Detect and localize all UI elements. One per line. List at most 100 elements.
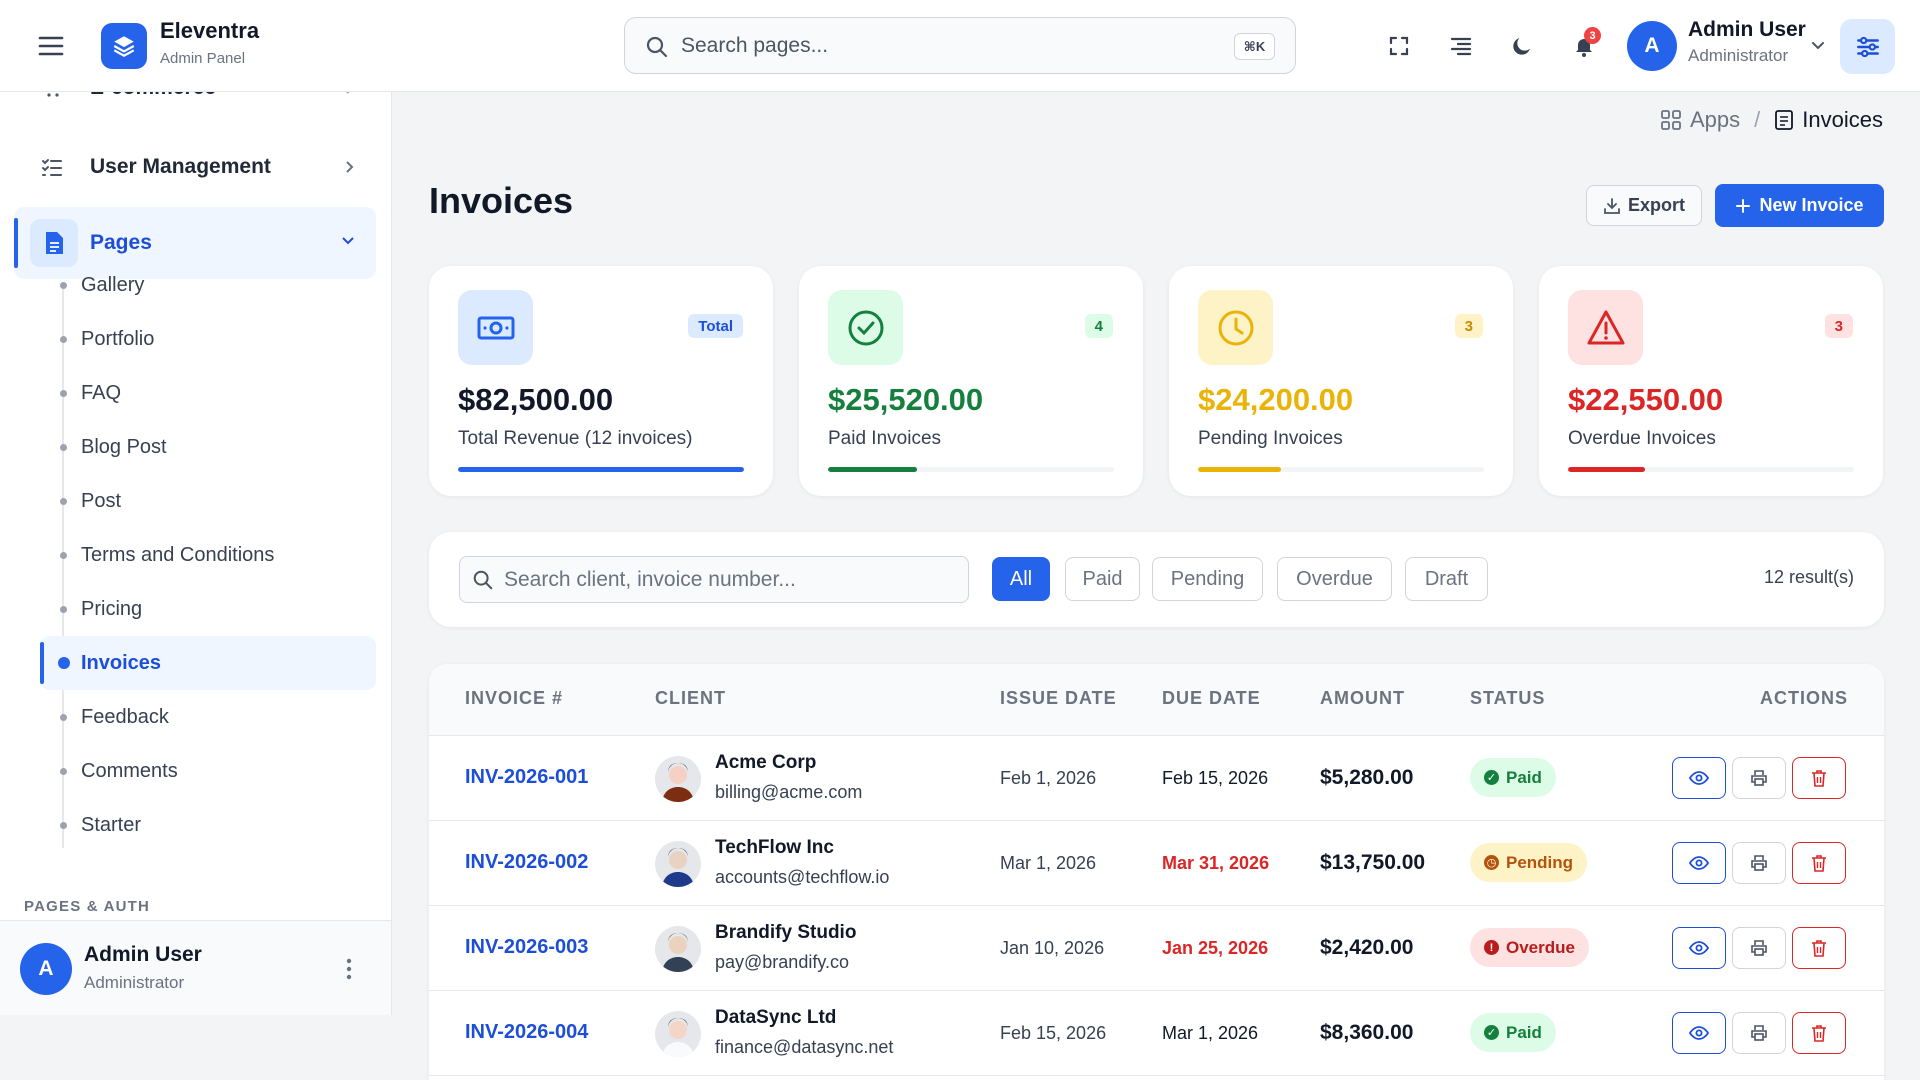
column-header-issue-date[interactable]: ISSUE DATE xyxy=(1000,688,1117,709)
status-label: Pending xyxy=(1506,852,1574,872)
due-date: Feb 15, 2026 xyxy=(1162,768,1269,788)
status-badge: ✓ Paid xyxy=(1470,758,1556,797)
invoice-number-link[interactable]: INV-2026-004 xyxy=(465,1021,588,1044)
menu-toggle-icon[interactable] xyxy=(36,32,66,60)
delete-button[interactable] xyxy=(1792,757,1846,799)
view-button[interactable] xyxy=(1672,1012,1726,1054)
bullet-dot-icon xyxy=(60,714,67,721)
print-button[interactable] xyxy=(1732,842,1786,884)
bullet-dot-icon xyxy=(60,498,67,505)
stat-progress-track xyxy=(828,467,1114,472)
delete-button[interactable] xyxy=(1792,842,1846,884)
sidebar-item-ecommerce[interactable]: E-commerce xyxy=(14,92,376,124)
export-label: Export xyxy=(1627,195,1685,215)
table-row[interactable]: INV-2026-002 TechFlow Inc accounts@techflo… xyxy=(429,821,1884,906)
bullet-dot-icon xyxy=(60,444,67,451)
table-row[interactable]: INV-2026-003 Brandify Studio pay@brandify.… xyxy=(429,906,1884,991)
bullet-dot-icon xyxy=(60,552,67,559)
issue-date: Feb 1, 2026 xyxy=(1000,768,1097,788)
stat-badge: 3 xyxy=(1454,314,1483,338)
dark-mode-icon[interactable] xyxy=(1507,31,1537,61)
client-email: finance@datasync.net xyxy=(715,1037,894,1057)
align-right-icon[interactable] xyxy=(1446,31,1476,61)
print-button[interactable] xyxy=(1732,1012,1786,1054)
chevron-right-icon xyxy=(344,159,356,175)
invoice-filter-bar: Search client, invoice number... All Pai… xyxy=(429,532,1884,627)
print-button[interactable] xyxy=(1732,927,1786,969)
stat-progress-track xyxy=(1198,467,1484,472)
invoice-number-link[interactable]: INV-2026-002 xyxy=(465,851,588,874)
client-avatar xyxy=(655,1011,701,1057)
column-header-invoice[interactable]: INVOICE # xyxy=(465,688,563,709)
column-header-due-date[interactable]: DUE DATE xyxy=(1162,688,1261,709)
filter-chip-pending[interactable]: Pending xyxy=(1152,557,1263,601)
client-email: accounts@techflow.io xyxy=(715,867,890,887)
issue-date: Feb 15, 2026 xyxy=(1000,1023,1107,1043)
sidebar-subitem-post[interactable]: Post xyxy=(40,474,376,528)
sidebar-item-user-management[interactable]: User Management xyxy=(14,131,376,203)
delete-button[interactable] xyxy=(1792,927,1846,969)
client-email: pay@brandify.co xyxy=(715,952,850,972)
search-placeholder: Search pages... xyxy=(681,34,829,57)
sidebar-subitem-label: Terms and Conditions xyxy=(81,543,275,566)
cash-icon xyxy=(458,290,533,365)
avatar[interactable]: A xyxy=(1627,21,1677,71)
view-button[interactable] xyxy=(1672,757,1726,799)
sidebar-subitem-label: Invoices xyxy=(81,651,162,674)
filter-chip-draft[interactable]: Draft xyxy=(1405,557,1488,601)
filter-chip-overdue[interactable]: Overdue xyxy=(1277,557,1392,601)
printer-icon xyxy=(1751,770,1767,786)
sidebar-user-name: Admin User xyxy=(84,943,202,966)
delete-button[interactable] xyxy=(1792,1012,1846,1054)
sidebar-item-label: Pages xyxy=(90,231,152,254)
invoice-search-input[interactable]: Search client, invoice number... xyxy=(459,556,969,603)
column-header-status[interactable]: STATUS xyxy=(1470,688,1545,709)
due-date: Mar 31, 2026 xyxy=(1162,853,1270,873)
filter-chip-all[interactable]: All xyxy=(992,557,1050,601)
sidebar-subitem-faq[interactable]: FAQ xyxy=(40,366,376,420)
export-button[interactable]: Export xyxy=(1586,185,1702,226)
invoice-number-link[interactable]: INV-2026-003 xyxy=(465,936,588,959)
sidebar-subitem-portfolio[interactable]: Portfolio xyxy=(40,312,376,366)
sidebar-subitem-label: Starter xyxy=(81,813,142,836)
view-button[interactable] xyxy=(1672,842,1726,884)
avatar[interactable]: A xyxy=(20,943,72,995)
trash-icon xyxy=(1812,1025,1826,1042)
invoice-number-link[interactable]: INV-2026-001 xyxy=(465,766,588,789)
sidebar-subitem-terms-and-conditions[interactable]: Terms and Conditions xyxy=(40,528,376,582)
bullet-dot-icon xyxy=(58,657,70,669)
warning-triangle-icon xyxy=(1568,290,1643,365)
invoice-table: INVOICE # CLIENT ISSUE DATE DUE DATE AMO… xyxy=(429,664,1884,1080)
stat-progress-fill xyxy=(828,467,917,472)
client-avatar xyxy=(655,926,701,972)
new-invoice-button[interactable]: New Invoice xyxy=(1715,184,1884,227)
view-button[interactable] xyxy=(1672,927,1726,969)
issue-date: Mar 1, 2026 xyxy=(1000,853,1097,873)
fullscreen-icon[interactable] xyxy=(1384,31,1414,61)
status-badge: ! Overdue xyxy=(1470,928,1589,967)
breadcrumb-parent[interactable]: Apps xyxy=(1690,107,1740,133)
sidebar-subitem-label: FAQ xyxy=(81,381,122,404)
sidebar-subitem-starter[interactable]: Starter xyxy=(40,798,376,852)
invoice-amount: $8,360.00 xyxy=(1320,1021,1414,1044)
header-user-name[interactable]: Admin User xyxy=(1688,18,1806,42)
table-row[interactable]: INV-2026-004 DataSync Ltd finance@datasync… xyxy=(429,991,1884,1076)
sidebar-subitem-blog-post[interactable]: Blog Post xyxy=(40,420,376,474)
sidebar-subitem-invoices[interactable]: Invoices xyxy=(40,636,376,690)
print-button[interactable] xyxy=(1732,757,1786,799)
column-header-amount[interactable]: AMOUNT xyxy=(1320,688,1405,709)
settings-sliders-button[interactable] xyxy=(1840,19,1895,74)
plus-icon xyxy=(1735,198,1751,214)
sidebar-subitem-feedback[interactable]: Feedback xyxy=(40,690,376,744)
sidebar-subitem-pricing[interactable]: Pricing xyxy=(40,582,376,636)
more-vertical-icon[interactable] xyxy=(338,956,360,982)
sidebar-subitem-comments[interactable]: Comments xyxy=(40,744,376,798)
status-pending-icon: ◷ xyxy=(1484,855,1499,870)
results-count: 12 result(s) xyxy=(1763,567,1854,587)
global-search-input[interactable]: Search pages... ⌘K xyxy=(624,17,1296,74)
column-header-client[interactable]: CLIENT xyxy=(655,688,726,709)
table-row[interactable]: INV-2026-001 Acme Corp billing@acme.com Feb… xyxy=(429,736,1884,821)
chevron-down-icon[interactable] xyxy=(1810,40,1826,52)
sidebar-subitem-gallery[interactable]: Gallery xyxy=(40,258,376,312)
filter-chip-paid[interactable]: Paid xyxy=(1065,557,1140,601)
